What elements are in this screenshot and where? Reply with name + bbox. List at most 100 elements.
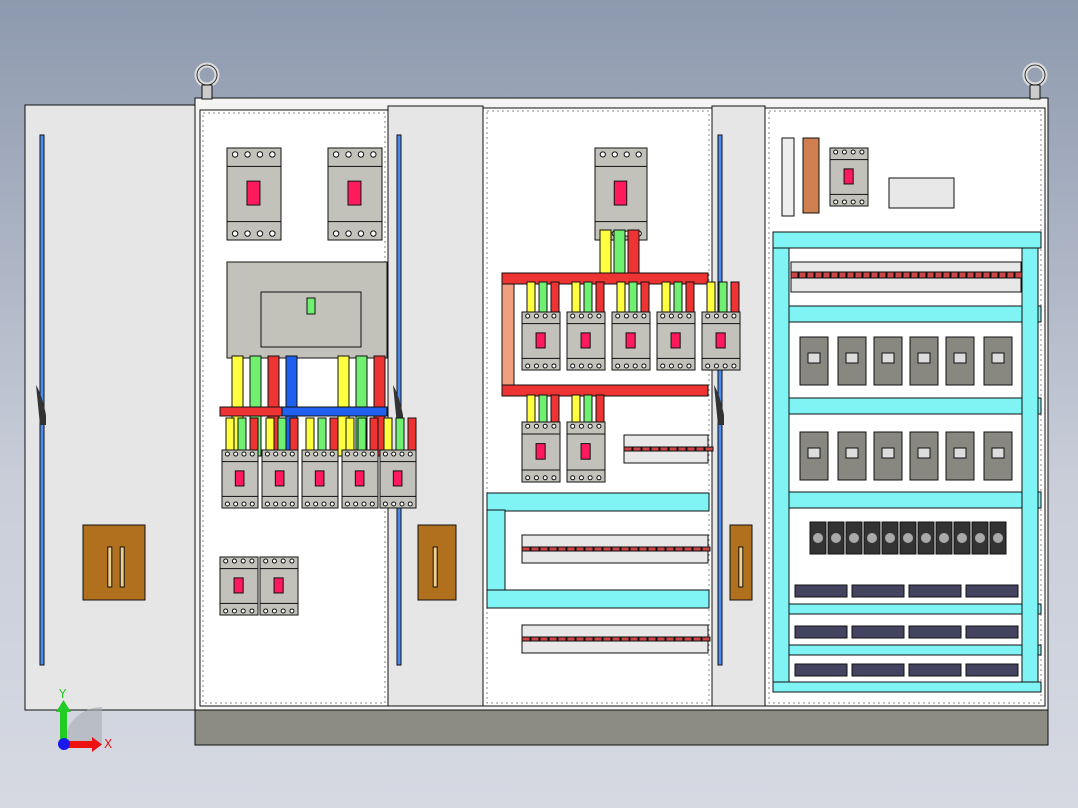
- terminal-screw: [399, 501, 405, 507]
- terminal-block: [692, 546, 702, 552]
- terminal-screw: [587, 423, 593, 429]
- terminal-screw: [525, 475, 531, 481]
- terminal-block: [806, 271, 815, 279]
- terminal-screw: [223, 558, 229, 564]
- terminal-block: [656, 636, 666, 642]
- cable-duct: [772, 397, 1042, 415]
- terminal-screw: [344, 501, 350, 507]
- terminal-screw: [369, 451, 375, 457]
- terminal-block: [539, 636, 549, 642]
- terminal-screw: [660, 313, 666, 319]
- terminal-screw: [677, 363, 683, 369]
- terminal-screw: [578, 423, 584, 429]
- mcb-toggle: [953, 447, 967, 459]
- busbar: [501, 384, 709, 397]
- terminal-screw: [668, 363, 674, 369]
- terminal-block: [701, 546, 711, 552]
- cabinet-assembly: [24, 62, 1049, 746]
- mcb-toggle: [991, 352, 1005, 364]
- terminal-block: [623, 446, 633, 452]
- terminal-screw: [850, 199, 856, 205]
- terminal-screw: [596, 423, 602, 429]
- terminal-block: [650, 446, 660, 452]
- cable-duct: [486, 589, 710, 609]
- terminal-screw: [357, 230, 365, 237]
- cable-duct: [772, 644, 1042, 656]
- terminal-block-group: [965, 663, 1019, 677]
- terminal-screw: [289, 558, 295, 564]
- terminal-screw: [329, 451, 335, 457]
- breaker-switch: [234, 470, 245, 487]
- terminal-screw: [344, 451, 350, 457]
- terminal-screw: [271, 608, 277, 614]
- door-left: [24, 104, 196, 711]
- cabinet-cad-view[interactable]: Y X: [0, 0, 1078, 808]
- handle-slot: [107, 546, 113, 588]
- cable-duct: [772, 603, 1042, 615]
- terminal-block: [902, 271, 911, 279]
- terminal-screw: [332, 151, 340, 158]
- terminal-screw: [321, 451, 327, 457]
- terminal-screw: [615, 363, 621, 369]
- breaker-switch: [233, 577, 244, 594]
- terminal-block: [990, 271, 999, 279]
- terminal-block: [998, 271, 1007, 279]
- lifting-eye-outline: [196, 64, 218, 86]
- terminal-block-group: [794, 663, 848, 677]
- cable-duct-vertical: [486, 509, 506, 591]
- terminal-screw: [551, 475, 557, 481]
- mcb-toggle: [845, 447, 859, 459]
- terminal-block: [575, 636, 585, 642]
- terminal-block: [530, 636, 540, 642]
- terminal-block: [790, 271, 799, 279]
- terminal-screw: [244, 230, 251, 237]
- terminal-block-group: [851, 663, 905, 677]
- terminal-screw: [233, 501, 239, 507]
- door-handle: [82, 524, 146, 601]
- terminal-block-group: [908, 584, 962, 598]
- breaker-switch: [715, 332, 726, 349]
- terminal-screw: [289, 608, 295, 614]
- busbar: [613, 229, 626, 276]
- terminal-screw: [357, 151, 365, 158]
- y-axis-label: Y: [58, 687, 67, 701]
- terminal-screw: [264, 451, 270, 457]
- terminal-block-group: [851, 625, 905, 639]
- cable-duct: [772, 305, 1042, 323]
- terminal-block: [950, 271, 959, 279]
- terminal-block: [611, 636, 621, 642]
- terminal-block: [854, 271, 863, 279]
- terminal-block: [683, 546, 693, 552]
- terminal-screw: [249, 608, 255, 614]
- busbar: [281, 406, 388, 417]
- terminal-screw: [231, 230, 239, 237]
- terminal-screw: [525, 363, 531, 369]
- terminal-screw: [263, 558, 269, 564]
- terminal-screw: [345, 151, 352, 158]
- terminal-screw: [370, 151, 377, 158]
- terminal-block: [910, 271, 919, 279]
- terminal-screw: [611, 151, 618, 158]
- terminal-screw: [280, 558, 286, 564]
- terminal-block: [982, 271, 991, 279]
- terminal-screw: [223, 608, 229, 614]
- breaker-switch: [392, 470, 403, 487]
- breaker-switch: [843, 168, 854, 185]
- terminal-screw: [623, 151, 630, 158]
- terminal-block: [665, 546, 675, 552]
- terminal-screw: [370, 230, 377, 237]
- terminal-strip: [888, 177, 955, 209]
- cable-duct: [486, 492, 710, 512]
- terminal-block: [566, 546, 576, 552]
- terminal-block: [926, 271, 935, 279]
- terminal-screw: [623, 363, 629, 369]
- terminal-block: [1006, 271, 1015, 279]
- terminal-screw: [833, 149, 839, 155]
- terminal-block: [641, 446, 651, 452]
- mcb-toggle: [917, 447, 931, 459]
- terminal-screw: [731, 313, 737, 319]
- plinth: [194, 705, 1049, 746]
- terminal-block: [539, 546, 549, 552]
- relay-indicator: [813, 533, 823, 543]
- terminal-screw: [587, 363, 593, 369]
